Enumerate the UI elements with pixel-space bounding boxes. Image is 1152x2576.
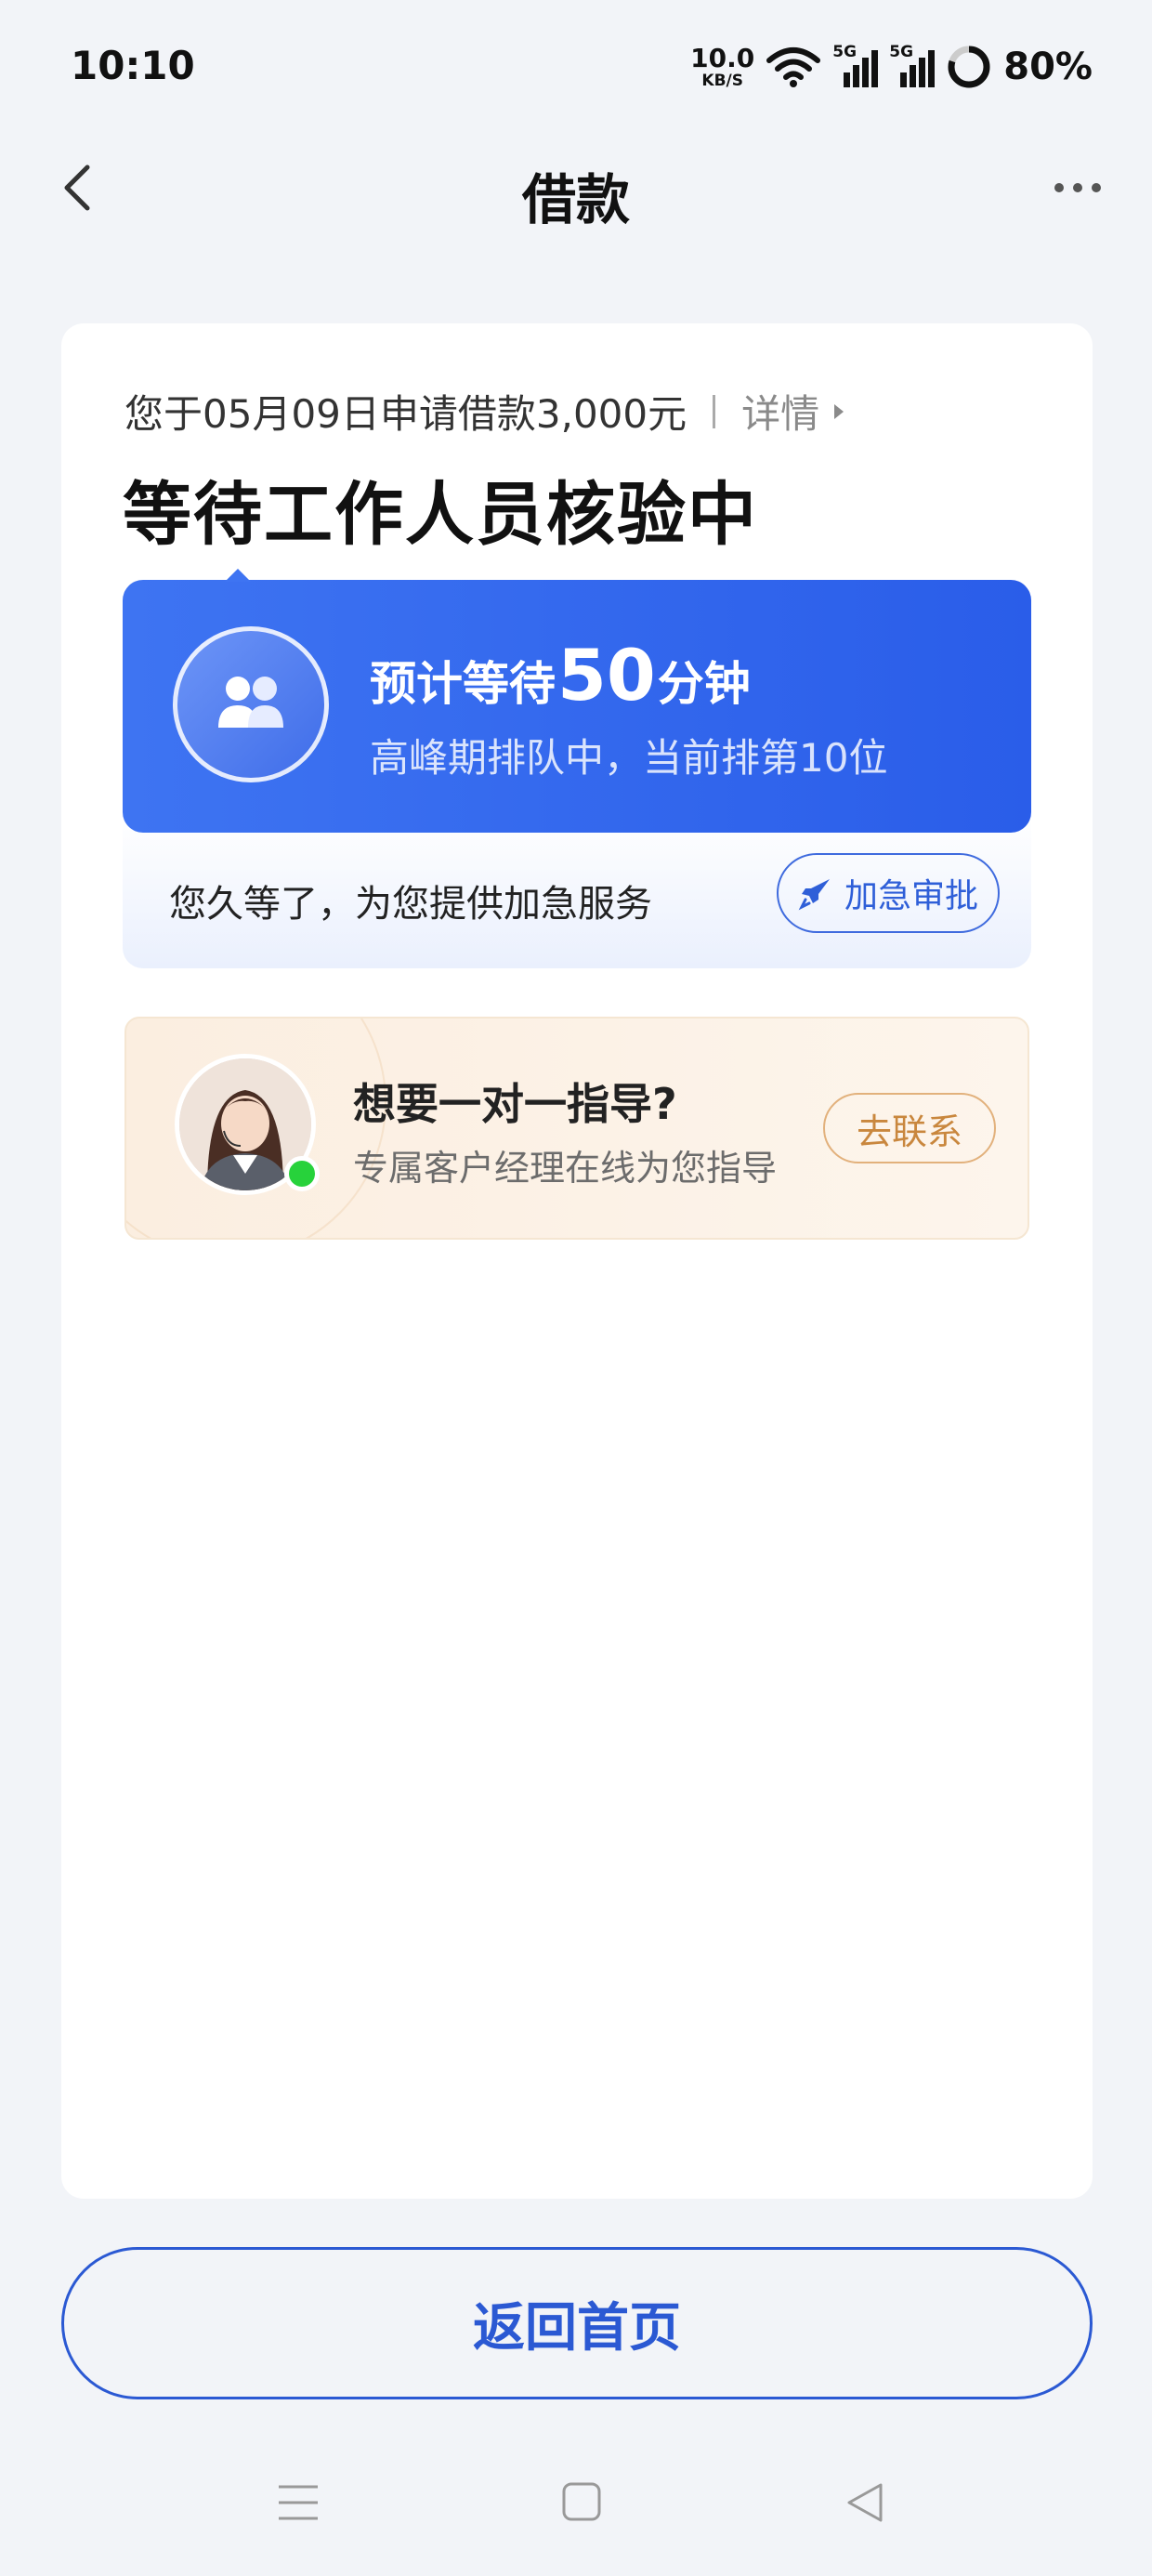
cellular-signal-icon: 5G — [832, 43, 879, 87]
guide-subtitle: 专属客户经理在线为您指导 — [353, 1148, 778, 1189]
apply-text: 您于05月09日申请借款3,000元 — [124, 391, 687, 437]
status-icons: 10.0 KB/S 5G 5G 80% — [690, 41, 1093, 93]
status-title: 等待工作人员核验中 — [123, 475, 758, 555]
cellular-signal-icon-2: 5G — [889, 43, 936, 87]
page-title: 借款 — [521, 168, 630, 231]
detail-label: 详情 — [741, 391, 820, 437]
network-speed-value: 10.0 — [690, 42, 755, 73]
wait-prefix: 预计等待 — [370, 657, 556, 711]
contact-button[interactable]: 去联系 — [823, 1093, 996, 1163]
wait-suffix: 分钟 — [657, 657, 751, 711]
apply-info: 您于05月09日申请借款3,000元 详情 — [124, 383, 845, 440]
battery-percent: 80% — [1003, 46, 1093, 88]
queue-position-text: 高峰期排队中，当前排第10位 — [370, 735, 888, 781]
wifi-icon — [766, 47, 821, 87]
wait-estimate-box: 预计等待 50 分钟 高峰期排队中，当前排第10位 您久等了，为您提供加急服务 … — [123, 569, 1031, 968]
signal-5g-label: 5G — [832, 43, 857, 61]
caret-right-icon — [834, 403, 844, 419]
loan-status-card: 您于05月09日申请借款3,000元 详情 等待工作人员核验中 预计等待 50 — [61, 323, 1093, 2199]
back-triangle-icon[interactable] — [844, 2481, 886, 2524]
divider — [713, 394, 716, 428]
guide-title: 想要一对一指导? — [353, 1079, 677, 1129]
queue-people-icon — [173, 626, 329, 782]
battery-ring-icon — [948, 46, 990, 88]
system-navigation-bar — [0, 2453, 1152, 2556]
network-speed-unit: KB/S — [701, 71, 743, 90]
urgent-service-text: 您久等了，为您提供加急服务 — [169, 883, 652, 926]
panel-pointer — [225, 569, 251, 582]
menu-icon[interactable] — [277, 2481, 320, 2524]
wait-time-line: 预计等待 50 分钟 — [370, 634, 751, 716]
return-home-button[interactable]: 返回首页 — [61, 2247, 1093, 2399]
status-bar: 10:10 10.0 KB/S 5G 5G 80% — [0, 0, 1152, 139]
more-icon[interactable] — [1050, 169, 1106, 206]
urgent-review-label: 加急审批 — [844, 877, 978, 915]
wait-minutes: 50 — [557, 634, 656, 716]
rocket-icon — [798, 879, 830, 911]
one-on-one-guide-box: 想要一对一指导? 专属客户经理在线为您指导 去联系 — [124, 1017, 1029, 1240]
urgent-review-button[interactable]: 加急审批 — [777, 853, 1000, 933]
nav-bar: 借款 — [0, 139, 1152, 242]
home-square-icon[interactable] — [561, 2481, 602, 2522]
status-time: 10:10 — [71, 43, 195, 88]
wait-panel: 预计等待 50 分钟 高峰期排队中，当前排第10位 — [123, 580, 1031, 833]
network-speed: 10.0 KB/S — [690, 42, 755, 90]
signal-5g-label-2: 5G — [889, 43, 914, 61]
detail-link[interactable]: 详情 — [741, 383, 845, 440]
online-status-dot — [284, 1156, 320, 1191]
